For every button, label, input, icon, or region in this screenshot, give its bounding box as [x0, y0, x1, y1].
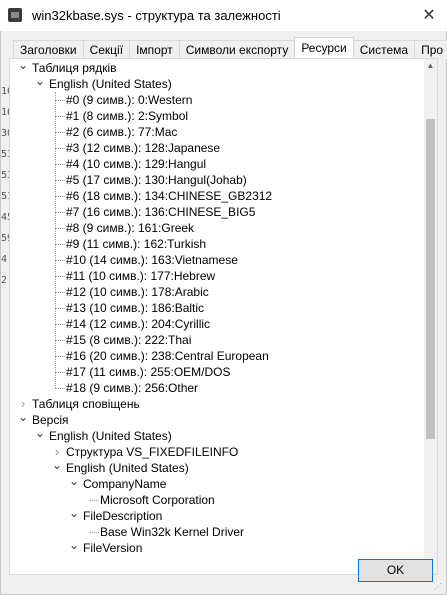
tree-node-language[interactable]: English (United States): [49, 428, 172, 444]
tree-leaf-string[interactable]: #14 (12 симв.): 204:Cyrillic: [66, 316, 210, 332]
resource-tree[interactable]: ⌄ Таблиця рядків ⌄ English (United States) #…: [10, 59, 424, 574]
tree-connector: [55, 132, 65, 133]
resources-panel: ⌄ Таблиця рядків ⌄ English (United States) #…: [9, 58, 438, 575]
tree-connector: [89, 500, 99, 501]
tree-leaf-string[interactable]: #16 (20 симв.): 238:Central European: [66, 348, 269, 364]
tree-connector: [55, 324, 65, 325]
properties-dialog: 16 16 30 53 53 51 45 59 4 2 ЗаголовкиСекціїІмпорт…: [0, 31, 447, 595]
tab-3[interactable]: Символи експорту: [178, 40, 296, 59]
expand-chevron-down-icon[interactable]: ⌄: [35, 427, 45, 444]
gutter-text: 53: [1, 149, 9, 160]
tree-connector: [55, 244, 65, 245]
tab-5[interactable]: Система: [352, 40, 416, 59]
tree-guide-line: [55, 92, 56, 388]
tree-leaf-string[interactable]: #15 (8 симв.): 222:Thai: [66, 332, 191, 348]
tree-leaf-string[interactable]: #2 (6 симв.): 77:Mac: [66, 124, 177, 140]
tab-strip: Заголовки Секції Імпорт Символи експорту Рес…: [13, 37, 447, 59]
expand-chevron-down-icon[interactable]: ⌄: [52, 459, 62, 476]
title-bar: win32kbase.sys - структура та залежності…: [0, 0, 447, 32]
tree-node-file-version[interactable]: FileVersion: [83, 540, 142, 556]
tree-connector: [55, 260, 65, 261]
tree-leaf-string[interactable]: #6 (18 симв.): 134:CHINESE_GB2312: [66, 188, 272, 204]
tree-node-language[interactable]: English (United States): [66, 460, 189, 476]
tab-1[interactable]: Секції: [82, 40, 131, 59]
expand-chevron-down-icon[interactable]: ⌄: [69, 539, 79, 556]
tree-connector: [55, 308, 65, 309]
gutter-text: 53: [1, 170, 9, 181]
scroll-up-arrow-icon[interactable]: ▲: [424, 59, 437, 72]
tree-node-fixed-info[interactable]: Структура VS_FIXEDFILEINFO: [66, 444, 238, 460]
tree-connector: [55, 356, 65, 357]
tree-connector: [55, 180, 65, 181]
tree-leaf-string[interactable]: #13 (10 симв.): 186:Baltic: [66, 300, 204, 316]
gutter-text: 16: [1, 86, 9, 97]
tree-leaf-string[interactable]: #17 (11 симв.): 255:OEM/DOS: [66, 364, 231, 380]
tree-leaf-string[interactable]: #9 (11 симв.): 162:Turkish: [66, 236, 206, 252]
tree-leaf-value[interactable]: Base Win32k Kernel Driver: [100, 524, 244, 540]
tree-leaf-value[interactable]: Microsoft Corporation: [100, 492, 215, 508]
tree-leaf-string[interactable]: #1 (8 симв.): 2:Symbol: [66, 108, 188, 124]
tree-connector: [55, 340, 65, 341]
tab-0[interactable]: Заголовки: [13, 40, 84, 59]
gutter-text: 2: [1, 275, 8, 286]
window-title: win32kbase.sys - структура та залежності: [32, 8, 281, 23]
tree-connector: [55, 116, 65, 117]
resize-grip-icon[interactable]: ⋰: [434, 582, 444, 592]
tree-leaf-string[interactable]: #3 (12 симв.): 128:Japanese: [66, 140, 220, 156]
tree-connector: [55, 196, 65, 197]
tree-connector: [55, 148, 65, 149]
tree-connector: [55, 228, 65, 229]
tree-connector: [55, 388, 65, 389]
vertical-scrollbar[interactable]: ▲ ▼: [424, 59, 437, 574]
expand-chevron-down-icon[interactable]: ⌄: [69, 507, 79, 524]
tree-leaf-string[interactable]: #12 (10 симв.): 178:Arabic: [66, 284, 209, 300]
tree-connector: [55, 372, 65, 373]
scroll-thumb[interactable]: [426, 119, 435, 439]
tree-connector: [55, 100, 65, 101]
tree-leaf-string[interactable]: #10 (14 симв.): 163:Vietnamese: [66, 252, 238, 268]
tab-2[interactable]: Імпорт: [129, 40, 180, 59]
close-button[interactable]: ✕: [419, 6, 439, 26]
expand-chevron-down-icon[interactable]: ⌄: [35, 75, 45, 92]
gutter-text: 4: [1, 254, 8, 265]
tree-leaf-string[interactable]: #5 (17 симв.): 130:Hangul(Johab): [66, 172, 247, 188]
expand-chevron-down-icon[interactable]: ⌄: [69, 475, 79, 492]
expand-chevron-down-icon[interactable]: ⌄: [18, 59, 28, 76]
gutter-text: 51: [1, 191, 9, 202]
tree-leaf-string[interactable]: #18 (9 симв.): 256:Other: [66, 380, 198, 396]
tree-node-language[interactable]: English (United States): [49, 76, 172, 92]
ok-button[interactable]: OK: [358, 559, 433, 582]
tree-node-company-name[interactable]: CompanyName: [83, 476, 166, 492]
tree-leaf-string[interactable]: #7 (16 симв.): 136:CHINESE_BIG5: [66, 204, 255, 220]
tree-connector: [55, 276, 65, 277]
tree-connector: [89, 532, 99, 533]
tab-6[interactable]: Про це: [414, 40, 447, 59]
tree-leaf-string[interactable]: #11 (10 симв.): 177:Hebrew: [66, 268, 215, 284]
tree-connector: [55, 292, 65, 293]
tree-leaf-string[interactable]: #4 (10 симв.): 129:Hangul: [66, 156, 206, 172]
expand-chevron-down-icon[interactable]: ⌄: [18, 411, 28, 428]
app-icon: [8, 8, 22, 22]
tree-connector: [55, 212, 65, 213]
tree-leaf-string[interactable]: #8 (9 симв.): 161:Greek: [66, 220, 194, 236]
gutter-text: 30: [1, 128, 9, 139]
background-text-strip: 16 16 30 53 53 51 45 59 4 2: [1, 81, 9, 291]
gutter-text: 16: [1, 107, 9, 118]
tree-node-message-table[interactable]: Таблиця сповіщень: [32, 396, 140, 412]
tree-leaf-string[interactable]: #0 (9 симв.): 0:Western: [66, 92, 192, 108]
tab-4[interactable]: Ресурси: [294, 37, 354, 59]
gutter-text: 59: [1, 233, 9, 244]
tree-node-file-description[interactable]: FileDescription: [83, 508, 162, 524]
gutter-text: 45: [1, 212, 9, 223]
tree-connector: [55, 164, 65, 165]
